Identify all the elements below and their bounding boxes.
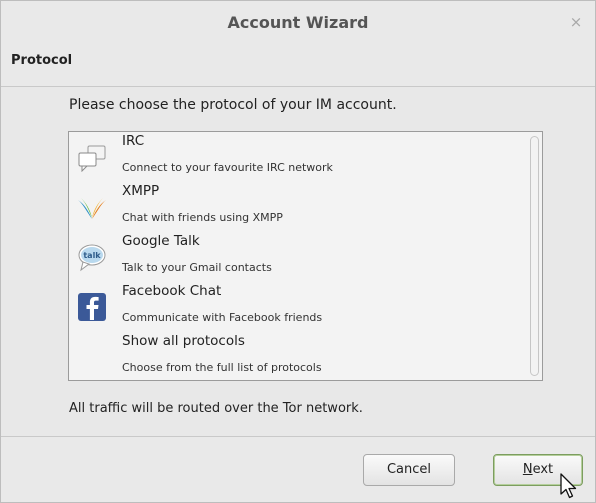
next-button-accelerator: N	[522, 462, 533, 477]
protocol-name: Google Talk	[122, 233, 200, 249]
next-button-label: ext	[532, 462, 554, 477]
protocol-description: Connect to your favourite IRC network	[122, 161, 333, 174]
protocol-list[interactable]: IRC Connect to your favourite IRC networ…	[68, 131, 543, 381]
protocol-description: Talk to your Gmail contacts	[122, 261, 272, 274]
list-item-show-all-protocols[interactable]: Show all protocols Choose from the full …	[69, 332, 524, 380]
page-title: Protocol	[11, 53, 73, 68]
protocol-name: Facebook Chat	[122, 283, 222, 299]
facebook-icon	[77, 292, 107, 322]
wizard-content: Please choose the protocol of your IM ac…	[1, 87, 595, 437]
protocol-name: Show all protocols	[122, 333, 245, 349]
list-item-facebook-chat[interactable]: Facebook Chat Communicate with Facebook …	[69, 282, 524, 332]
protocol-description: Choose from the full list of protocols	[122, 361, 322, 374]
wizard-page-header: Protocol	[1, 45, 595, 87]
list-item-xmpp[interactable]: XMPP Chat with friends using XMPP	[69, 182, 524, 232]
next-button[interactable]: Next	[493, 454, 583, 486]
list-item-google-talk[interactable]: talk Google Talk Talk to your Gmail cont…	[69, 232, 524, 282]
protocol-prompt: Please choose the protocol of your IM ac…	[69, 97, 397, 113]
list-scrollbar[interactable]	[530, 136, 539, 376]
list-item-irc[interactable]: IRC Connect to your favourite IRC networ…	[69, 132, 524, 182]
tor-routing-note: All traffic will be routed over the Tor …	[69, 401, 363, 416]
protocol-description: Communicate with Facebook friends	[122, 311, 323, 324]
account-wizard-window: Account Wizard × Protocol Please choose …	[0, 0, 596, 503]
google-talk-icon: talk	[77, 242, 107, 272]
cancel-button[interactable]: Cancel	[363, 454, 455, 486]
protocol-name: XMPP	[122, 183, 160, 199]
close-icon[interactable]: ×	[567, 13, 585, 31]
wizard-footer: Cancel Next	[1, 437, 595, 502]
window-title: Account Wizard	[227, 13, 369, 32]
protocol-description: Chat with friends using XMPP	[122, 211, 283, 224]
xmpp-bulb-icon	[77, 192, 107, 222]
irc-chat-bubbles-icon	[77, 142, 107, 173]
google-talk-icon-text: talk	[83, 251, 101, 260]
titlebar[interactable]: Account Wizard ×	[1, 1, 595, 45]
protocol-name: IRC	[122, 133, 145, 149]
